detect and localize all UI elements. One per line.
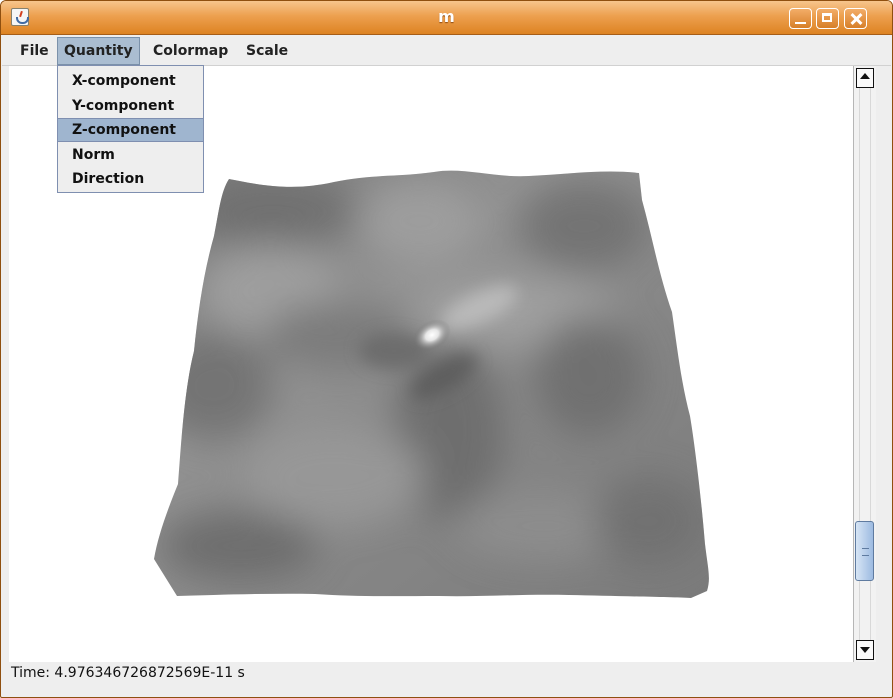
menu-bar: File Quantity Colormap Scale (2, 36, 891, 66)
time-status: Time: 4.976346726872569E-11 s (11, 665, 245, 681)
title-bar[interactable]: m (1, 1, 892, 35)
scroll-up-button[interactable] (856, 68, 874, 88)
menu-file[interactable]: File (14, 37, 55, 65)
scroll-down-button[interactable] (856, 640, 874, 660)
menu-quantity[interactable]: Quantity (57, 37, 140, 65)
quantity-dropdown: X-component Y-component Z-component Norm… (57, 65, 204, 193)
menu-item-y-component[interactable]: Y-component (58, 94, 203, 118)
menu-item-x-component[interactable]: X-component (58, 69, 203, 93)
scroll-thumb[interactable] (855, 521, 874, 581)
window-title: m (438, 7, 455, 26)
minimize-button[interactable] (789, 8, 812, 29)
maximize-button[interactable] (816, 8, 839, 29)
menu-colormap[interactable]: Colormap (147, 37, 234, 65)
menu-item-norm[interactable]: Norm (58, 143, 203, 167)
application-window: m File Quantity Colormap Scale Time: 4.9… (0, 0, 893, 698)
menu-scale[interactable]: Scale (240, 37, 294, 65)
menu-item-direction[interactable]: Direction (58, 167, 203, 191)
vertical-scrollbar[interactable] (853, 66, 876, 662)
close-button[interactable] (844, 8, 867, 29)
menu-item-z-component[interactable]: Z-component (58, 118, 203, 142)
